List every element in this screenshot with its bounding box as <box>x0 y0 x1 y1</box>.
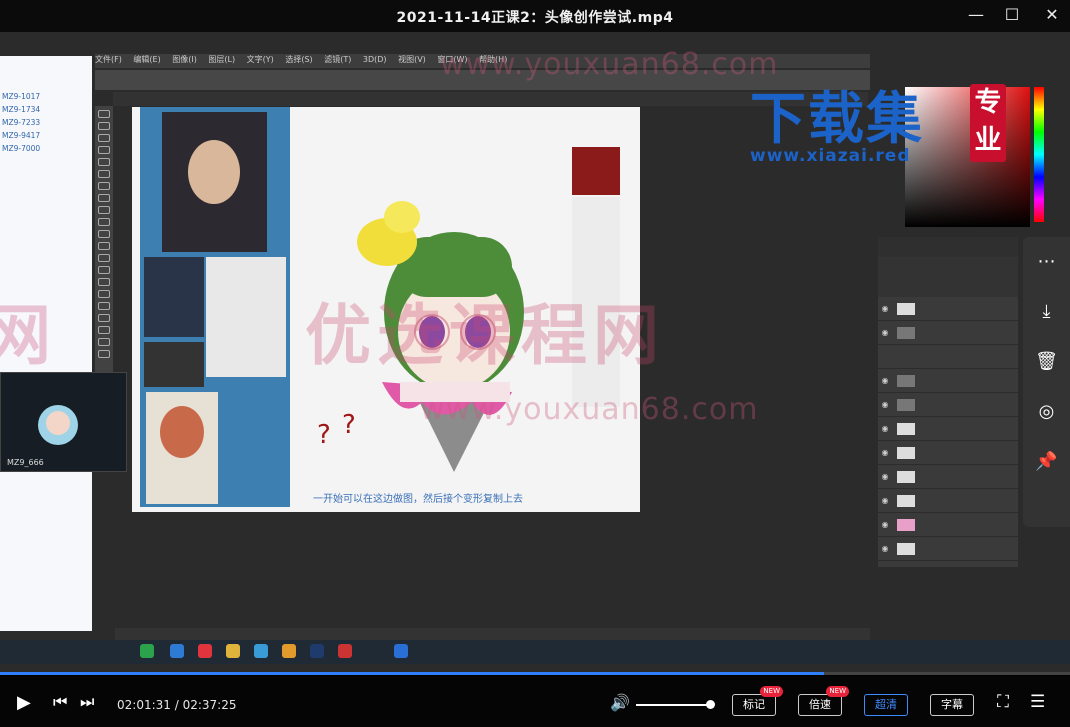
volume-icon[interactable]: 🔊 <box>610 693 630 712</box>
download-icon[interactable]: ⤓ <box>1023 287 1070 337</box>
next-icon[interactable]: ⏭ <box>80 692 94 712</box>
layer-row: ◉ <box>878 369 1018 393</box>
volume-handle[interactable] <box>706 700 715 709</box>
total-time: 02:37:25 <box>182 698 237 712</box>
ps-menu-item: 滤镜(T) <box>324 55 352 64</box>
previous-icon[interactable]: ⏮ <box>53 692 67 712</box>
site-logo-seal: 专业 <box>970 84 1006 162</box>
title-bar: 2021-11-14正课2：头像创作尝试.mp4 — ☐ ✕ <box>0 0 1070 32</box>
hue-slider <box>1034 87 1044 222</box>
fullscreen-icon[interactable]: ⛶ <box>997 692 1009 712</box>
layer-row: ◉ <box>878 441 1018 465</box>
volume-slider[interactable] <box>636 704 712 706</box>
layer-row: ◉ <box>878 417 1018 441</box>
play-icon[interactable]: ▶ <box>17 692 31 713</box>
share-icon[interactable]: ⋯ <box>1023 237 1070 287</box>
site-logo-text: 下载集 <box>750 87 924 152</box>
layer-row: ◉ <box>878 537 1018 561</box>
delete-icon[interactable]: 🗑 <box>1023 337 1070 387</box>
close-icon[interactable]: ✕ <box>1041 5 1063 25</box>
ps-menu-item: 图像(I) <box>172 55 197 64</box>
watermark-url: www.youxuan68.com <box>440 47 779 82</box>
layer-row: ◉ <box>878 489 1018 513</box>
minimize-icon[interactable]: — <box>965 5 987 25</box>
photoshop-toolbox <box>95 106 113 376</box>
new-badge: NEW <box>760 686 783 697</box>
playlist-icon[interactable]: ☰ <box>1030 692 1045 712</box>
layer-row: ◉ <box>878 297 1018 321</box>
site-logo-url: www.xiazai.red <box>750 146 911 166</box>
svg-text:?: ? <box>317 420 331 450</box>
ps-menu-item: 选择(S) <box>285 55 313 64</box>
quality-button[interactable]: 超清 <box>864 694 908 716</box>
ps-menu-item: 视图(V) <box>398 55 426 64</box>
ps-menu-item: 文字(Y) <box>246 55 274 64</box>
canvas-caption: 一开始可以在这边做图，然后接个变形复制上去 <box>313 494 523 505</box>
watermark: 优选课程网 <box>305 297 665 374</box>
webcam-panel: MZ9_666 <box>0 372 127 472</box>
target-icon[interactable]: ◎ <box>1023 387 1070 437</box>
video-title: 2021-11-14正课2：头像创作尝试.mp4 <box>396 10 674 26</box>
ps-menu-item: 文件(F) <box>95 55 122 64</box>
video-frame[interactable]: 文件(F) 编辑(E) 图像(I) 图层(L) 文字(Y) 选择(S) 滤镜(T… <box>0 32 1070 672</box>
layer-row: ◉ <box>878 513 1018 537</box>
layer-row: ◉ <box>878 321 1018 345</box>
side-toolbar: ⋯ ⤓ 🗑 ◎ 📌 <box>1023 237 1070 527</box>
windows-taskbar <box>0 640 1070 664</box>
player-controls: ▶ ⏮ ⏭ 02:01:31 / 02:37:25 🔊 标记 NEW 倍速 NEW … <box>0 676 1070 727</box>
speed-button[interactable]: 倍速 NEW <box>798 686 849 716</box>
ps-menu-item: 图层(L) <box>208 55 236 64</box>
playback-progress-bar[interactable] <box>0 672 1070 675</box>
layers-panel: ◉ ◉ ◉ ◉ ◉ ◉ ◉ ◉ ◉ ◉ <box>878 237 1018 567</box>
notes-button[interactable]: 标记 NEW <box>732 686 783 716</box>
layer-row: ◉ <box>878 465 1018 489</box>
current-time: 02:01:31 <box>117 698 171 712</box>
maximize-icon[interactable]: ☐ <box>1001 5 1023 25</box>
layer-row <box>878 345 1018 369</box>
layer-row: ◉ <box>878 393 1018 417</box>
pin-icon[interactable]: 📌 <box>1023 437 1070 487</box>
svg-text:?: ? <box>342 410 356 440</box>
photoshop-status-bar <box>115 628 870 640</box>
ps-menu-item: 3D(D) <box>362 55 387 64</box>
time-separator: / <box>170 698 183 712</box>
watermark-url: www.youxuan68.com <box>420 392 759 427</box>
new-badge: NEW <box>826 686 849 697</box>
time-display: 02:01:31 / 02:37:25 <box>117 698 236 712</box>
webcam-username: MZ9_666 <box>7 458 44 467</box>
playback-progress-fill <box>0 672 824 675</box>
subtitle-button[interactable]: 字幕 <box>930 694 974 716</box>
watermark: 网 <box>0 297 57 374</box>
ps-menu-item: 编辑(E) <box>133 55 161 64</box>
